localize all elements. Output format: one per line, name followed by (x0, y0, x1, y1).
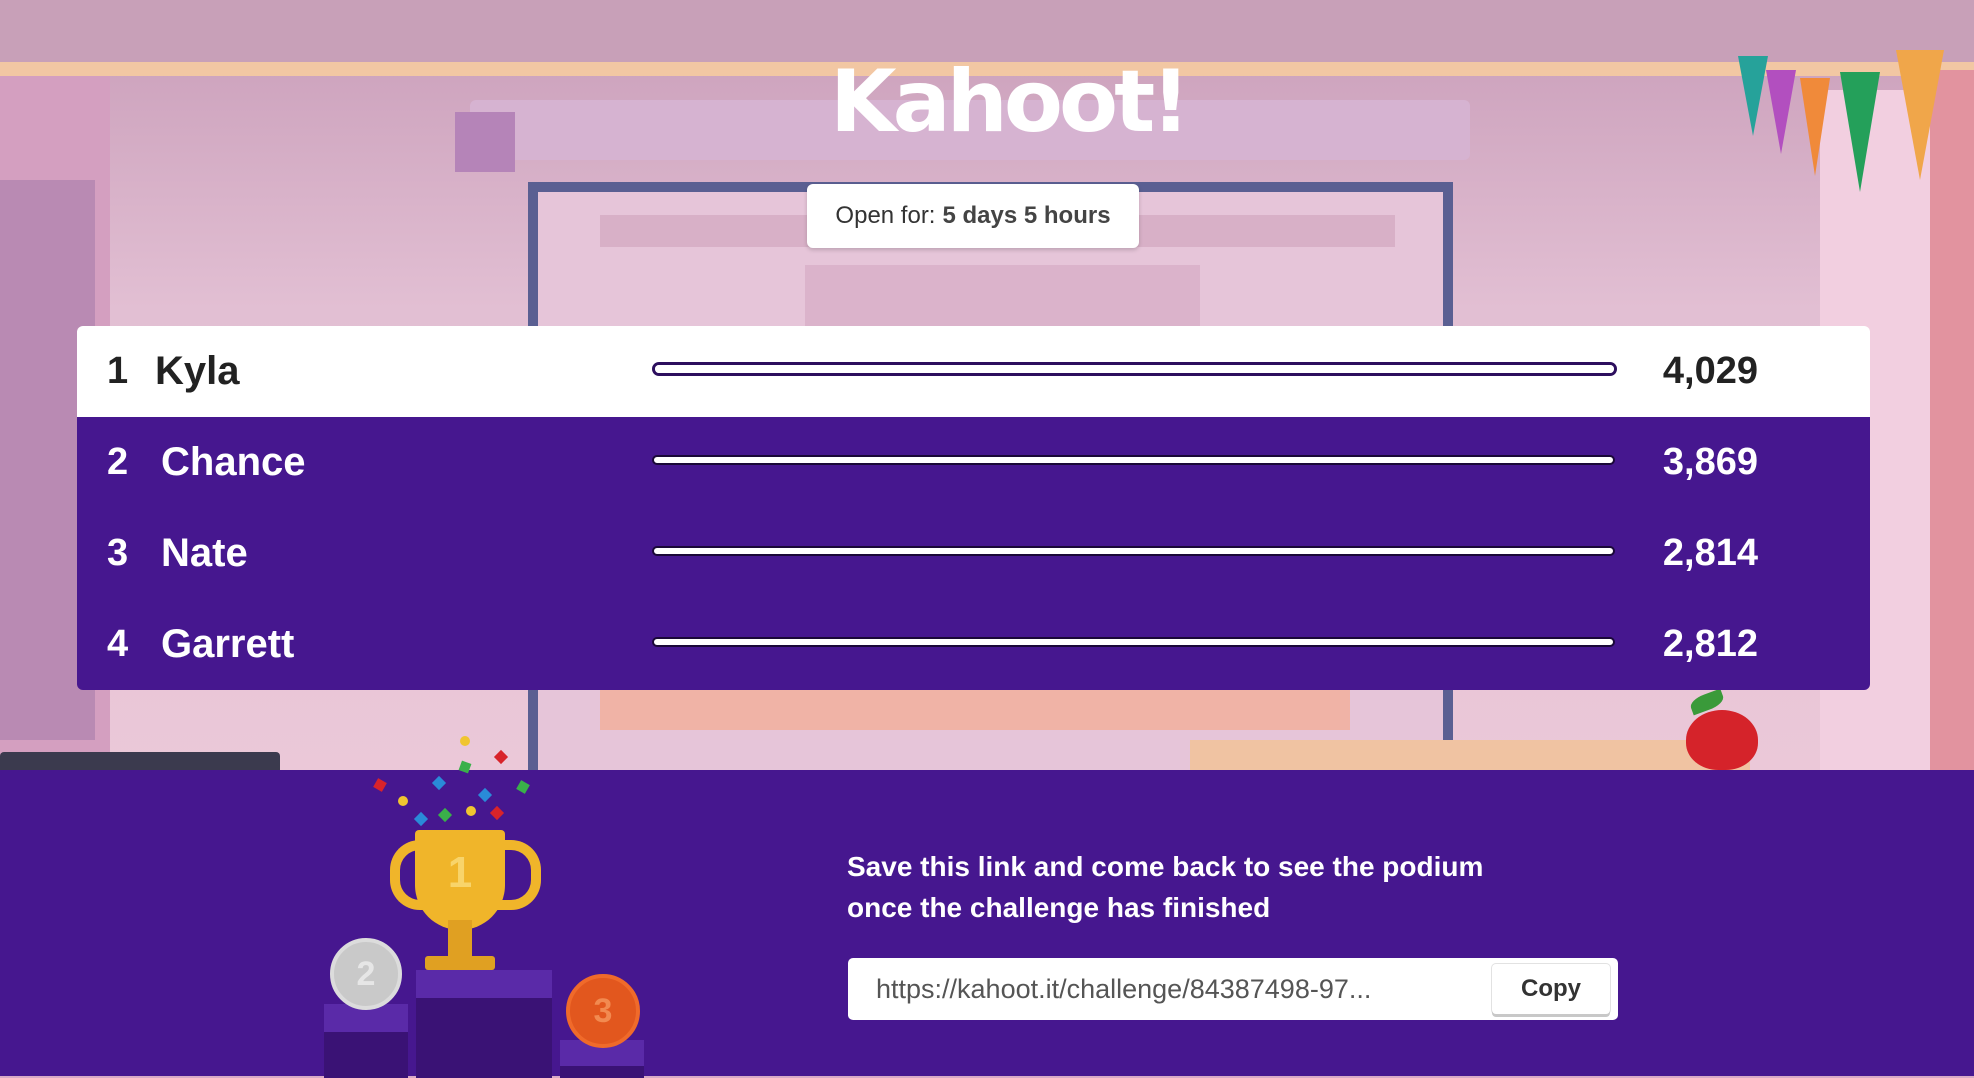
confetti (477, 787, 493, 803)
score: 2,812 (1662, 623, 1758, 665)
confetti (516, 780, 530, 794)
podium-step-third (560, 1066, 644, 1078)
score-bar-fill (652, 637, 1615, 647)
bronze-medal-icon: 3 (566, 974, 640, 1048)
score: 2,814 (1662, 532, 1758, 574)
rank: 3 (107, 532, 129, 574)
open-value: 5 days 5 hours (942, 202, 1111, 229)
confetti (466, 806, 476, 816)
screen-decoration (805, 265, 1200, 335)
screen-decoration (600, 690, 1350, 730)
leaderboard-row: 2 Chance 3,869 (77, 417, 1870, 508)
leaderboard: 1 Kyla 4,029 2 Chance 3,869 3 Nate 2,814… (77, 326, 1870, 690)
score-bar (652, 362, 1617, 376)
laptop (0, 752, 280, 770)
player-name: Chance (161, 440, 306, 484)
score-bar-fill (652, 455, 1615, 465)
bunting-flag (1896, 50, 1944, 180)
rank: 1 (107, 350, 129, 392)
share-message: Save this link and come back to see the … (847, 846, 1607, 928)
score-bar (652, 546, 1615, 556)
podium-step-first (416, 998, 552, 1078)
confetti (413, 811, 429, 827)
confetti (437, 807, 453, 823)
score-bar-fill (652, 546, 1615, 556)
confetti (458, 760, 472, 774)
projector-cap (455, 112, 515, 172)
podium-step-first-top (416, 970, 552, 1000)
desk (1190, 740, 1750, 770)
silver-medal-icon: 2 (330, 938, 402, 1010)
apple-icon (1686, 710, 1758, 770)
trophy-stem (448, 920, 472, 960)
challenge-footer: 1 2 3 Save this link and come back to se… (0, 736, 1974, 1078)
score: 4,029 (1662, 350, 1758, 392)
confetti (373, 778, 387, 792)
leaderboard-row: 3 Nate 2,814 (77, 508, 1870, 599)
rank: 2 (107, 441, 129, 483)
podium-illustration: 1 2 3 (320, 736, 660, 1078)
share-message-line1: Save this link and come back to see the … (847, 851, 1484, 882)
player-name: Kyla (155, 349, 240, 393)
confetti (460, 736, 470, 746)
kahoot-logo: Kahoot! (830, 52, 1190, 152)
leaderboard-row: 4 Garrett 2,812 (77, 599, 1870, 690)
score-bar (652, 455, 1615, 465)
podium-step-second (324, 1032, 408, 1078)
score: 3,869 (1662, 441, 1758, 483)
score-bar (652, 637, 1615, 647)
share-link-field[interactable]: https://kahoot.it/challenge/84387498-97.… (848, 958, 1618, 1020)
share-message-line2: once the challenge has finished (847, 892, 1271, 923)
confetti (431, 775, 447, 791)
confetti (398, 796, 408, 806)
score-bar-fill (655, 365, 1614, 373)
share-link-text[interactable]: https://kahoot.it/challenge/84387498-97.… (848, 974, 1492, 1005)
bunting-flag (1840, 72, 1880, 192)
bunting-flag (1738, 56, 1768, 136)
open-label: Open for: (835, 202, 936, 229)
open-duration-badge: Open for: 5 days 5 hours (807, 184, 1139, 248)
trophy-number: 1 (447, 848, 473, 897)
confetti (489, 805, 505, 821)
player-name: Garrett (161, 622, 295, 666)
trophy-base (425, 956, 495, 970)
copy-button[interactable]: Copy (1492, 964, 1610, 1014)
bunting-flag (1766, 70, 1796, 154)
rank: 4 (107, 623, 129, 665)
leaderboard-row: 1 Kyla 4,029 (77, 326, 1870, 417)
bunting-flag (1800, 78, 1830, 176)
player-name: Nate (161, 531, 248, 575)
